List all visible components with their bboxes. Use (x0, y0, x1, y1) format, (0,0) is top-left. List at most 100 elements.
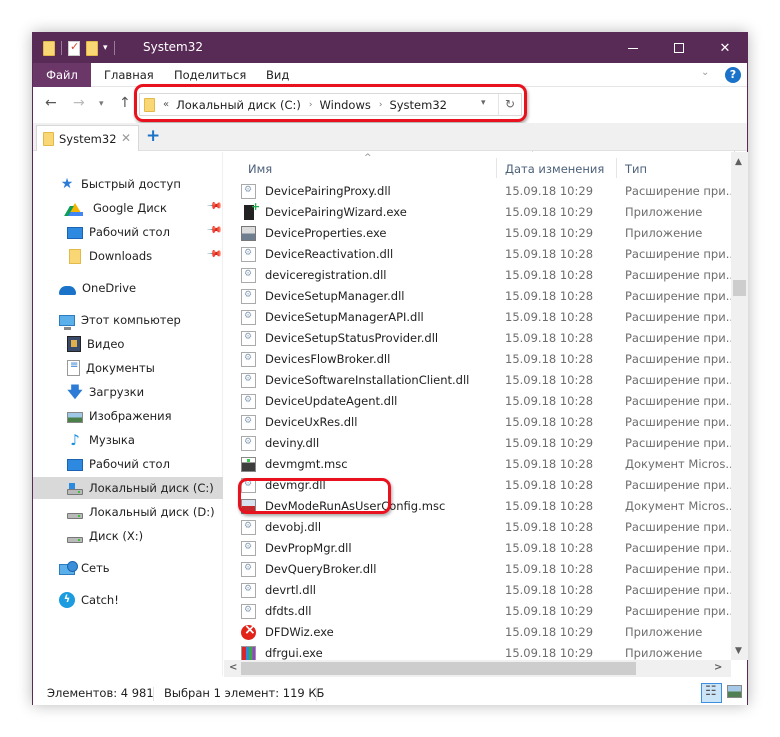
sidebar-item-local-disk-c[interactable]: Локальный диск (C:) (33, 477, 223, 499)
scroll-down-icon[interactable]: ▼ (735, 646, 742, 656)
tab-share[interactable]: Поделиться (161, 63, 259, 87)
file-row[interactable]: devrtl.dll 15.09.18 10:28 Расширение при..… (224, 580, 731, 601)
navigation-pane: ★ Быстрый доступ Google Диск 📌 Рабочий сто… (33, 152, 223, 676)
file-row[interactable]: DeviceSoftwareInstallationClient.dll 15.0… (224, 370, 731, 391)
up-button[interactable]: ↑ (119, 95, 131, 111)
help-icon[interactable]: ? (725, 67, 741, 83)
sidebar-item-disk-x[interactable]: Диск (X:) (33, 525, 223, 547)
file-row[interactable]: devmgr.dll 15.09.18 10:28 Расширение при..… (224, 475, 731, 496)
file-row[interactable]: DeviceSetupManagerAPI.dll 15.09.18 10:28 Р… (224, 307, 731, 328)
sidebar-item-downloads-pinned[interactable]: Downloads 📌 (33, 245, 223, 267)
defrag-icon (241, 646, 256, 660)
desktop-icon (67, 227, 83, 239)
selection-info: Выбран 1 элемент: 119 КБ (164, 686, 325, 700)
file-row[interactable]: DFDWiz.exe 15.09.18 10:29 Приложение (224, 622, 731, 643)
column-divider[interactable] (616, 158, 617, 178)
breadcrumb-system32[interactable]: System32 (389, 98, 447, 112)
minimize-button[interactable] (610, 33, 656, 63)
file-date: 15.09.18 10:28 (505, 415, 594, 429)
breadcrumb-overflow[interactable]: « (163, 99, 169, 110)
sidebar-item-onedrive[interactable]: OneDrive (33, 277, 223, 299)
file-row[interactable]: DevicePairingProxy.dll 15.09.18 10:29 Расш… (224, 181, 731, 202)
tab-file[interactable]: Файл (33, 63, 91, 87)
breadcrumb-windows[interactable]: Windows (320, 98, 371, 112)
chevron-down-icon[interactable]: ⌄ (701, 67, 709, 78)
file-row[interactable]: DeviceSetupStatusProvider.dll 15.09.18 10… (224, 328, 731, 349)
customize-toolbar-icon[interactable]: ▾ (103, 43, 108, 53)
column-header-name[interactable]: Имя (248, 162, 272, 176)
tab-view[interactable]: Вид (253, 63, 302, 87)
file-row[interactable]: dfrgui.exe 15.09.18 10:29 Приложение (224, 643, 731, 660)
vertical-scroll-thumb[interactable] (733, 280, 746, 296)
file-type: Расширение при... (625, 247, 731, 261)
new-folder-icon[interactable] (86, 40, 98, 56)
file-row[interactable]: devobj.dll 15.09.18 10:28 Расширение при..… (224, 517, 731, 538)
sidebar-item-pictures[interactable]: Изображения (33, 405, 223, 427)
sidebar-item-catch[interactable]: ϟ Catch! (33, 589, 223, 611)
breadcrumb-separator-icon[interactable]: › (379, 100, 383, 110)
back-button[interactable]: ← (45, 95, 57, 111)
sidebar-item-music[interactable]: ♪ Музыка (33, 429, 223, 451)
column-divider[interactable] (496, 158, 497, 178)
pin-icon[interactable]: 📌 (206, 198, 223, 215)
scroll-left-icon[interactable]: < (229, 662, 237, 673)
refresh-icon[interactable]: ↻ (498, 94, 521, 115)
folder-icon (43, 131, 54, 146)
horizontal-scrollbar[interactable]: < > (224, 660, 731, 677)
file-row[interactable]: DevQueryBroker.dll 15.09.18 10:28 Расширен… (224, 559, 731, 580)
sidebar-item-this-pc[interactable]: Этот компьютер (33, 309, 223, 331)
dll-file-icon (241, 415, 256, 430)
properties-icon[interactable] (68, 40, 80, 56)
breadcrumb-local-disk-c[interactable]: Локальный диск (C:) (176, 98, 301, 112)
details-view-button[interactable] (701, 683, 722, 703)
dll-file-icon (241, 394, 256, 409)
add-tab-button[interactable]: + (146, 126, 160, 146)
file-row[interactable]: deviny.dll 15.09.18 10:29 Расширение при..… (224, 433, 731, 454)
address-bar[interactable]: « Локальный диск (C:) › Windows › System… (139, 93, 522, 116)
file-row[interactable]: DevicePairingWizard.exe 15.09.18 10:29 При… (224, 200, 731, 223)
file-row[interactable]: DevModeRunAsUserConfig.msc 15.09.18 10:28… (224, 496, 731, 517)
large-icons-view-button[interactable] (727, 685, 742, 698)
pin-icon[interactable]: 📌 (206, 222, 223, 239)
scroll-up-icon[interactable]: ▲ (735, 157, 742, 167)
google-drive-icon (67, 202, 83, 216)
recent-locations-button[interactable]: ▾ (99, 99, 104, 109)
close-button[interactable]: ✕ (702, 33, 748, 63)
file-row[interactable]: DeviceSetupManager.dll 15.09.18 10:28 Расш… (224, 286, 731, 307)
sidebar-item-desktop[interactable]: Рабочий стол (33, 453, 223, 475)
file-row[interactable]: DeviceUpdateAgent.dll 15.09.18 10:28 Расши… (224, 391, 731, 412)
file-row[interactable]: DevicesFlowBroker.dll 15.09.18 10:28 Расши… (224, 349, 731, 370)
sidebar-item-documents[interactable]: Документы (33, 357, 223, 379)
column-header-type[interactable]: Тип (625, 162, 647, 176)
file-type: Расширение при... (625, 184, 731, 198)
sidebar-item-local-disk-d[interactable]: Локальный диск (D:) (33, 501, 223, 523)
forward-button[interactable]: → (73, 95, 85, 111)
sidebar-item-quick-access[interactable]: ★ Быстрый доступ (33, 173, 223, 195)
breadcrumb-separator-icon[interactable]: › (309, 100, 313, 110)
file-row[interactable]: DevPropMgr.dll 15.09.18 10:28 Расширение п… (224, 538, 731, 559)
vertical-scrollbar[interactable]: ▲ ▼ (731, 152, 748, 660)
file-name: DeviceUxRes.dll (265, 415, 358, 429)
maximize-button[interactable] (656, 33, 702, 63)
file-row[interactable]: DeviceUxRes.dll 15.09.18 10:28 Расширение … (224, 412, 731, 433)
sidebar-item-video[interactable]: Видео (33, 333, 223, 355)
file-row[interactable]: DeviceReactivation.dll 15.09.18 10:28 Расш… (224, 244, 731, 265)
pin-icon[interactable]: 📌 (206, 246, 223, 263)
file-row[interactable]: deviceregistration.dll 15.09.18 10:28 Расш… (224, 265, 731, 286)
tab-home[interactable]: Главная (91, 63, 167, 87)
address-dropdown-icon[interactable]: ▾ (481, 98, 486, 108)
folder-tab-system32[interactable]: System32 ✕ (36, 125, 139, 151)
file-row[interactable]: devmgmt.msc 15.09.18 10:28 Документ Micros… (224, 454, 731, 475)
status-divider (316, 687, 317, 701)
sidebar-item-network[interactable]: Сеть (33, 557, 223, 579)
dll-file-icon (241, 436, 256, 451)
file-row[interactable]: dfdts.dll 15.09.18 10:29 Расширение при... (224, 601, 731, 622)
column-header-date[interactable]: Дата изменения (505, 162, 604, 176)
horizontal-scroll-thumb[interactable] (241, 662, 636, 675)
file-row[interactable]: DeviceProperties.exe 15.09.18 10:29 Прилож… (224, 223, 731, 244)
sidebar-item-downloads[interactable]: 🡇 Загрузки (33, 381, 223, 403)
sidebar-item-desktop-pinned[interactable]: Рабочий стол 📌 (33, 221, 223, 243)
scroll-right-icon[interactable]: > (714, 662, 722, 673)
close-tab-icon[interactable]: ✕ (121, 131, 131, 145)
sidebar-item-google-drive[interactable]: Google Диск 📌 (33, 197, 223, 219)
